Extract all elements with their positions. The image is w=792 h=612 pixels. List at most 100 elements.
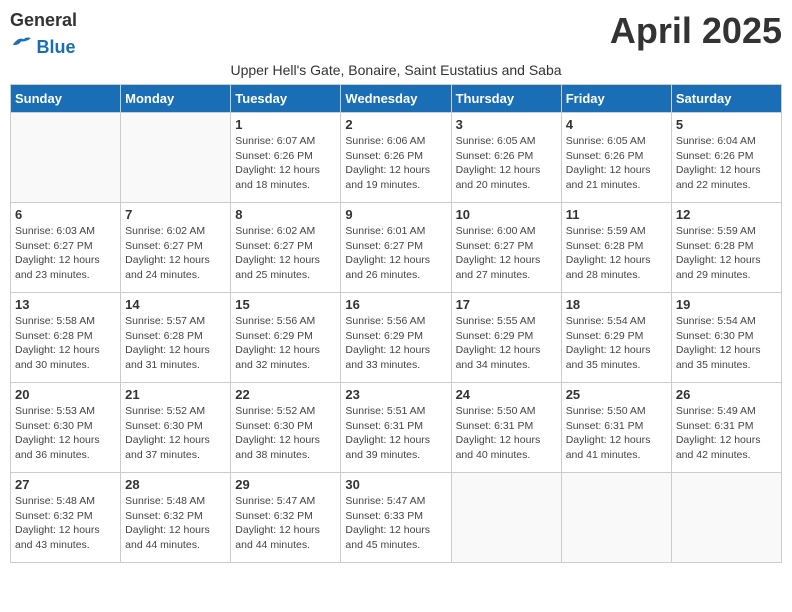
day-number: 11	[566, 207, 667, 222]
calendar-cell: 4 Sunrise: 6:05 AM Sunset: 6:26 PM Daylig…	[561, 113, 671, 203]
day-number: 24	[456, 387, 557, 402]
day-info: Sunrise: 6:04 AM Sunset: 6:26 PM Dayligh…	[676, 134, 777, 193]
day-number: 21	[125, 387, 226, 402]
day-info: Sunrise: 5:51 AM Sunset: 6:31 PM Dayligh…	[345, 404, 446, 463]
weekday-header-saturday: Saturday	[671, 85, 781, 113]
day-number: 6	[15, 207, 116, 222]
day-number: 25	[566, 387, 667, 402]
weekday-header-sunday: Sunday	[11, 85, 121, 113]
logo-text-general: General	[10, 10, 77, 30]
weekday-header-monday: Monday	[121, 85, 231, 113]
calendar-cell	[671, 473, 781, 563]
day-number: 3	[456, 117, 557, 132]
day-info: Sunrise: 5:52 AM Sunset: 6:30 PM Dayligh…	[125, 404, 226, 463]
day-info: Sunrise: 5:50 AM Sunset: 6:31 PM Dayligh…	[566, 404, 667, 463]
calendar-cell: 26Sunrise: 5:49 AM Sunset: 6:31 PM Dayli…	[671, 383, 781, 473]
day-info: Sunrise: 6:07 AM Sunset: 6:26 PM Dayligh…	[235, 134, 336, 193]
day-info: Sunrise: 5:54 AM Sunset: 6:30 PM Dayligh…	[676, 314, 777, 373]
calendar-cell: 1 Sunrise: 6:07 AM Sunset: 6:26 PM Daylig…	[231, 113, 341, 203]
calendar-cell: 13 Sunrise: 5:58 AM Sunset: 6:28 PM Dayli…	[11, 293, 121, 383]
day-number: 29	[235, 477, 336, 492]
day-number: 14	[125, 297, 226, 312]
day-info: Sunrise: 5:48 AM Sunset: 6:32 PM Dayligh…	[15, 494, 116, 553]
day-number: 28	[125, 477, 226, 492]
calendar-cell: 12Sunrise: 5:59 AM Sunset: 6:28 PM Dayli…	[671, 203, 781, 293]
day-number: 5	[676, 117, 777, 132]
calendar-cell: 2 Sunrise: 6:06 AM Sunset: 6:26 PM Daylig…	[341, 113, 451, 203]
day-number: 1	[235, 117, 336, 132]
day-number: 20	[15, 387, 116, 402]
day-number: 2	[345, 117, 446, 132]
calendar-cell: 10Sunrise: 6:00 AM Sunset: 6:27 PM Dayli…	[451, 203, 561, 293]
calendar-cell: 15Sunrise: 5:56 AM Sunset: 6:29 PM Dayli…	[231, 293, 341, 383]
day-info: Sunrise: 5:56 AM Sunset: 6:29 PM Dayligh…	[235, 314, 336, 373]
day-info: Sunrise: 6:05 AM Sunset: 6:26 PM Dayligh…	[566, 134, 667, 193]
calendar-cell: 3 Sunrise: 6:05 AM Sunset: 6:26 PM Daylig…	[451, 113, 561, 203]
day-number: 18	[566, 297, 667, 312]
title-block: April 2025	[610, 10, 782, 52]
calendar-cell: 21 Sunrise: 5:52 AM Sunset: 6:30 PM Dayli…	[121, 383, 231, 473]
day-info: Sunrise: 6:02 AM Sunset: 6:27 PM Dayligh…	[125, 224, 226, 283]
calendar-cell: 18Sunrise: 5:54 AM Sunset: 6:29 PM Dayli…	[561, 293, 671, 383]
weekday-header-friday: Friday	[561, 85, 671, 113]
day-info: Sunrise: 5:53 AM Sunset: 6:30 PM Dayligh…	[15, 404, 116, 463]
day-number: 30	[345, 477, 446, 492]
day-number: 9	[345, 207, 446, 222]
logo-bird-icon	[10, 31, 32, 53]
calendar-cell	[451, 473, 561, 563]
weekday-header-thursday: Thursday	[451, 85, 561, 113]
day-info: Sunrise: 5:55 AM Sunset: 6:29 PM Dayligh…	[456, 314, 557, 373]
subtitle: Upper Hell's Gate, Bonaire, Saint Eustat…	[10, 62, 782, 78]
calendar-cell: 25 Sunrise: 5:50 AM Sunset: 6:31 PM Dayli…	[561, 383, 671, 473]
day-info: Sunrise: 6:00 AM Sunset: 6:27 PM Dayligh…	[456, 224, 557, 283]
day-info: Sunrise: 5:48 AM Sunset: 6:32 PM Dayligh…	[125, 494, 226, 553]
day-number: 16	[345, 297, 446, 312]
calendar-cell: 20 Sunrise: 5:53 AM Sunset: 6:30 PM Dayli…	[11, 383, 121, 473]
calendar-cell: 9 Sunrise: 6:01 AM Sunset: 6:27 PM Daylig…	[341, 203, 451, 293]
day-number: 12	[676, 207, 777, 222]
calendar-cell: 29 Sunrise: 5:47 AM Sunset: 6:32 PM Dayli…	[231, 473, 341, 563]
day-info: Sunrise: 5:47 AM Sunset: 6:33 PM Dayligh…	[345, 494, 446, 553]
weekday-header-tuesday: Tuesday	[231, 85, 341, 113]
logo-text-blue: Blue	[36, 37, 75, 57]
calendar-cell: 30 Sunrise: 5:47 AM Sunset: 6:33 PM Dayli…	[341, 473, 451, 563]
day-info: Sunrise: 6:03 AM Sunset: 6:27 PM Dayligh…	[15, 224, 116, 283]
day-number: 19	[676, 297, 777, 312]
calendar-cell	[561, 473, 671, 563]
calendar-cell: 14 Sunrise: 5:57 AM Sunset: 6:28 PM Dayli…	[121, 293, 231, 383]
day-info: Sunrise: 5:58 AM Sunset: 6:28 PM Dayligh…	[15, 314, 116, 373]
calendar-cell: 24 Sunrise: 5:50 AM Sunset: 6:31 PM Dayli…	[451, 383, 561, 473]
calendar-cell: 6 Sunrise: 6:03 AM Sunset: 6:27 PM Daylig…	[11, 203, 121, 293]
calendar-cell: 17Sunrise: 5:55 AM Sunset: 6:29 PM Dayli…	[451, 293, 561, 383]
calendar-cell: 27 Sunrise: 5:48 AM Sunset: 6:32 PM Dayli…	[11, 473, 121, 563]
day-number: 7	[125, 207, 226, 222]
calendar-cell: 8Sunrise: 6:02 AM Sunset: 6:27 PM Daylig…	[231, 203, 341, 293]
month-title: April 2025	[610, 10, 782, 52]
calendar-cell: 23 Sunrise: 5:51 AM Sunset: 6:31 PM Dayli…	[341, 383, 451, 473]
day-info: Sunrise: 6:01 AM Sunset: 6:27 PM Dayligh…	[345, 224, 446, 283]
day-number: 22	[235, 387, 336, 402]
day-number: 23	[345, 387, 446, 402]
day-info: Sunrise: 5:50 AM Sunset: 6:31 PM Dayligh…	[456, 404, 557, 463]
calendar-cell: 11 Sunrise: 5:59 AM Sunset: 6:28 PM Dayli…	[561, 203, 671, 293]
day-info: Sunrise: 5:57 AM Sunset: 6:28 PM Dayligh…	[125, 314, 226, 373]
day-info: Sunrise: 5:49 AM Sunset: 6:31 PM Dayligh…	[676, 404, 777, 463]
day-info: Sunrise: 6:06 AM Sunset: 6:26 PM Dayligh…	[345, 134, 446, 193]
day-info: Sunrise: 6:02 AM Sunset: 6:27 PM Dayligh…	[235, 224, 336, 283]
calendar-cell: 5 Sunrise: 6:04 AM Sunset: 6:26 PM Daylig…	[671, 113, 781, 203]
day-number: 27	[15, 477, 116, 492]
day-info: Sunrise: 6:05 AM Sunset: 6:26 PM Dayligh…	[456, 134, 557, 193]
calendar-table: SundayMondayTuesdayWednesdayThursdayFrid…	[10, 84, 782, 563]
day-number: 4	[566, 117, 667, 132]
day-info: Sunrise: 5:59 AM Sunset: 6:28 PM Dayligh…	[566, 224, 667, 283]
calendar-cell: 28 Sunrise: 5:48 AM Sunset: 6:32 PM Dayli…	[121, 473, 231, 563]
day-number: 13	[15, 297, 116, 312]
calendar-cell: 7 Sunrise: 6:02 AM Sunset: 6:27 PM Daylig…	[121, 203, 231, 293]
calendar-cell: 19 Sunrise: 5:54 AM Sunset: 6:30 PM Dayli…	[671, 293, 781, 383]
logo: General Blue	[10, 10, 77, 58]
calendar-cell	[11, 113, 121, 203]
day-info: Sunrise: 5:56 AM Sunset: 6:29 PM Dayligh…	[345, 314, 446, 373]
calendar-cell: 16 Sunrise: 5:56 AM Sunset: 6:29 PM Dayli…	[341, 293, 451, 383]
day-info: Sunrise: 5:47 AM Sunset: 6:32 PM Dayligh…	[235, 494, 336, 553]
weekday-header-wednesday: Wednesday	[341, 85, 451, 113]
